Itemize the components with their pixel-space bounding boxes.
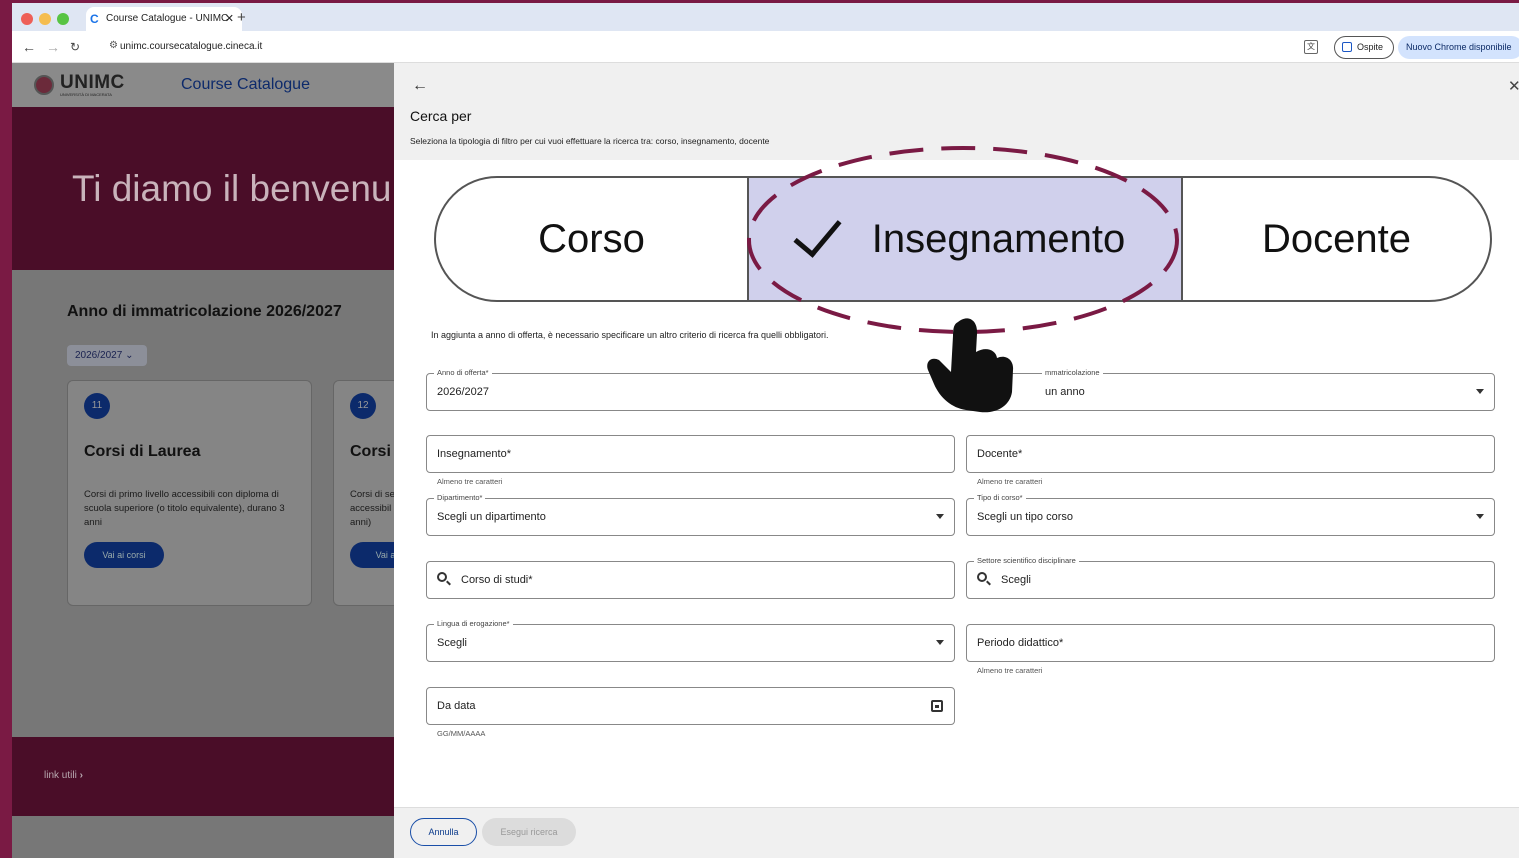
- year-select-value: 2026/2027: [75, 350, 123, 361]
- tab-bar: C Course Catalogue - UNIMC ✕ +: [12, 3, 1519, 31]
- header-title[interactable]: Course Catalogue: [181, 76, 310, 94]
- docente-input[interactable]: Docente*: [966, 435, 1495, 473]
- field-value: Scegli: [437, 637, 467, 649]
- site-settings-icon[interactable]: ⚙: [109, 40, 118, 51]
- segment-docente[interactable]: Docente: [1183, 178, 1490, 300]
- new-tab-icon[interactable]: +: [237, 7, 246, 29]
- check-icon: [793, 206, 842, 258]
- hero-text: Ti diamo il benvenu: [72, 168, 392, 209]
- card-description: Corsi di se accessibil anni): [350, 489, 395, 528]
- periodo-input[interactable]: Periodo didattico*: [966, 624, 1495, 662]
- chevron-down-icon: [1476, 514, 1484, 519]
- back-icon[interactable]: ←: [22, 39, 36, 55]
- site-header: UNIMC UNIVERSITÀ DI MACERATA Course Cata…: [12, 63, 394, 107]
- browser-window: C Course Catalogue - UNIMC ✕ + ← → ↻ ⚙ u…: [12, 3, 1519, 858]
- guest-profile-button[interactable]: Ospite: [1334, 36, 1394, 59]
- site-logo[interactable]: UNIMC: [60, 72, 125, 94]
- field-placeholder: Docente*: [977, 448, 1023, 460]
- search-icon: [977, 572, 987, 582]
- field-value: un anno: [1045, 386, 1085, 398]
- tab-close-icon[interactable]: ✕: [225, 7, 234, 31]
- profile-icon: [1342, 42, 1352, 52]
- section-title: Anno di immatricolazione 2026/2027: [67, 303, 342, 320]
- calendar-icon[interactable]: [931, 700, 943, 712]
- dipartimento-select[interactable]: Dipartimento* Scegli un dipartimento: [426, 493, 955, 536]
- search-button[interactable]: Esegui ricerca: [482, 818, 576, 846]
- field-helper: Almeno tre caratteri: [977, 666, 1043, 675]
- search-icon: [437, 572, 447, 582]
- card-button[interactable]: Vai ai corsi: [84, 542, 164, 568]
- maximize-window-icon[interactable]: [57, 13, 69, 25]
- translate-icon[interactable]: 文: [1304, 40, 1318, 54]
- segment-insegnamento[interactable]: Insegnamento: [747, 178, 1183, 300]
- field-helper: GG/MM/AAAA: [437, 729, 486, 738]
- favicon-icon: C: [90, 12, 99, 26]
- chrome-update-button[interactable]: Nuovo Chrome disponibile: [1398, 36, 1519, 59]
- anno-offerta-select[interactable]: Anno di offerta* 2026/2027 mmatricolazio…: [426, 368, 1495, 411]
- field-placeholder: Periodo didattico*: [977, 637, 1064, 649]
- card-description: Corsi di primo livello accessibili con d…: [84, 489, 285, 528]
- footer-link-label: link utili: [44, 770, 77, 781]
- field-placeholder: Corso di studi*: [461, 574, 533, 586]
- guest-label: Ospite: [1357, 42, 1384, 52]
- field-value: Scegli un tipo corso: [977, 511, 1073, 523]
- search-type-segmented-control: Corso Insegnamento Docente: [434, 176, 1492, 302]
- site-logo-subtitle: UNIVERSITÀ DI MACERATA: [60, 92, 112, 97]
- browser-tab[interactable]: C Course Catalogue - UNIMC ✕: [86, 7, 242, 31]
- search-drawer: ← ✕ Cerca per Seleziona la tipologia di …: [394, 63, 1519, 858]
- tab-title: Course Catalogue - UNIMC: [106, 13, 229, 24]
- card-title: Corsi di Laurea: [84, 443, 201, 460]
- field-placeholder: Da data: [437, 700, 476, 712]
- close-window-icon[interactable]: [21, 13, 33, 25]
- search-hint: In aggiunta a anno di offerta, è necessa…: [431, 330, 829, 340]
- corso-studi-search[interactable]: Corso di studi*: [426, 561, 955, 599]
- chevron-down-icon: [936, 640, 944, 645]
- card-count-badge: 12: [350, 393, 376, 419]
- field-value: Scegli: [1001, 574, 1031, 586]
- background-page: UNIMC UNIVERSITÀ DI MACERATA Course Cata…: [12, 63, 430, 858]
- field-placeholder: Insegnamento*: [437, 448, 511, 460]
- footer-link[interactable]: link utili ›: [44, 770, 83, 781]
- tipo-corso-select[interactable]: Tipo di corso* Scegli un tipo corso: [966, 493, 1495, 536]
- segment-corso[interactable]: Corso: [436, 178, 747, 300]
- da-data-input[interactable]: Da data: [426, 687, 955, 725]
- back-arrow-icon[interactable]: ←: [412, 77, 428, 95]
- card-title: Corsi: [350, 443, 391, 460]
- chevron-down-icon: [1476, 389, 1484, 394]
- drawer-subtitle: Seleziona la tipologia di filtro per cui…: [410, 136, 770, 146]
- year-select[interactable]: 2026/2027 ⌄: [67, 345, 147, 366]
- forward-icon[interactable]: →: [46, 39, 60, 55]
- field-value: Scegli un dipartimento: [437, 511, 546, 523]
- lingua-select[interactable]: Lingua di erogazione* Scegli: [426, 619, 955, 662]
- chevron-down-icon: [936, 514, 944, 519]
- chevron-down-icon: ⌄: [125, 350, 134, 361]
- insegnamento-input[interactable]: Insegnamento*: [426, 435, 955, 473]
- reload-icon[interactable]: ↻: [70, 40, 80, 54]
- drawer-title: Cerca per: [410, 108, 472, 124]
- settore-search[interactable]: Settore scientifico disciplinare Scegli: [966, 556, 1495, 599]
- minimize-window-icon[interactable]: [39, 13, 51, 25]
- field-value: 2026/2027: [437, 386, 489, 398]
- cancel-button[interactable]: Annulla: [410, 818, 477, 846]
- close-icon[interactable]: ✕: [1508, 77, 1519, 95]
- card-count-badge: 11: [84, 393, 110, 419]
- university-seal-icon: [34, 75, 54, 95]
- field-helper: Almeno tre caratteri: [437, 477, 503, 486]
- url-field[interactable]: unimc.coursecatalogue.cineca.it: [120, 32, 262, 62]
- segment-insegnamento-label: Insegnamento: [871, 216, 1126, 261]
- chevron-right-icon: ›: [79, 770, 83, 781]
- field-helper: Almeno tre caratteri: [977, 477, 1043, 486]
- course-card: 11 Corsi di Laurea Corsi di primo livell…: [67, 380, 312, 606]
